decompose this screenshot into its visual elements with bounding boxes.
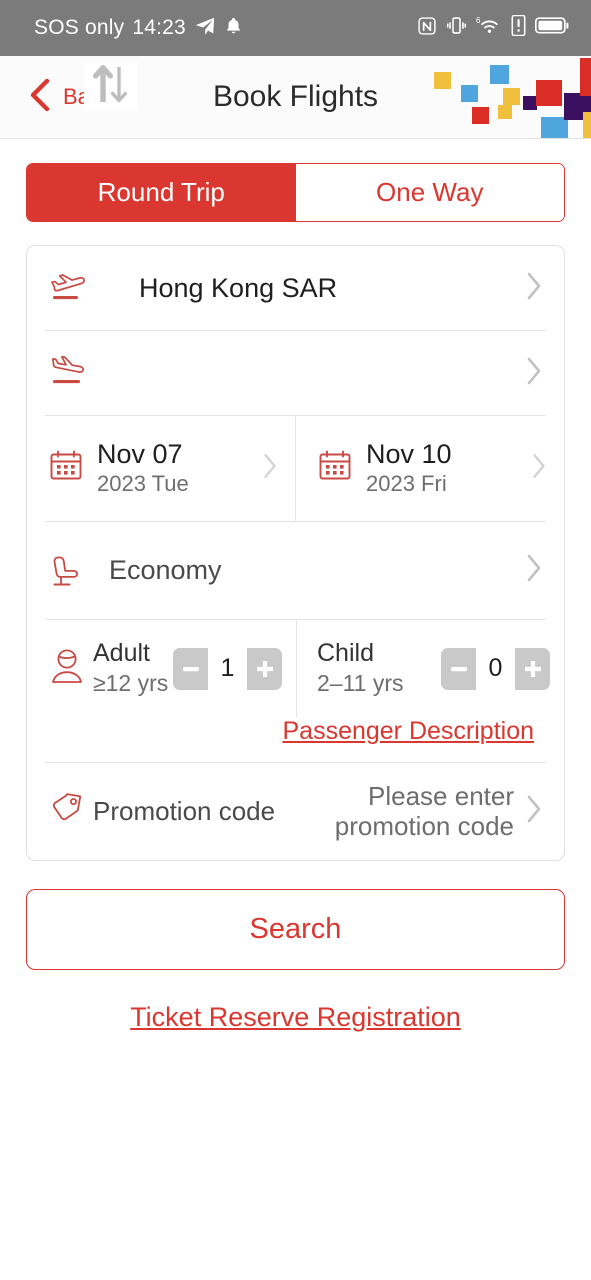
chevron-right-icon (524, 270, 544, 307)
passenger-description-link[interactable]: Passenger Description (282, 717, 534, 746)
child-increment-button[interactable] (515, 648, 550, 690)
search-button[interactable]: Search (26, 889, 565, 970)
swap-vertical-icon (88, 65, 134, 110)
logo-tile-3 (472, 107, 489, 124)
logo-tile-8 (541, 117, 568, 138)
status-bar-right: 6 (417, 14, 569, 41)
adult-quantity-stepper[interactable]: 1 (173, 647, 282, 690)
tab-one-way[interactable]: One Way (295, 164, 564, 221)
logo-tile-7 (536, 80, 562, 106)
seat-icon (49, 552, 101, 590)
swap-airports-button[interactable] (84, 62, 138, 111)
depart-date-year: 2023 Tue (97, 470, 189, 496)
chevron-right-icon (261, 451, 279, 486)
return-date-day: Nov 10 (366, 438, 452, 469)
adult-label-group: Adult ≥12 yrs (85, 639, 168, 698)
calendar-icon (318, 449, 352, 488)
logo-tile-5 (498, 105, 512, 119)
chevron-left-icon (26, 77, 52, 118)
reserve-link-wrap: Ticket Reserve Registration (0, 1002, 591, 1033)
return-date-year: 2023 Fri (366, 470, 447, 496)
adult-decrement-button[interactable] (173, 648, 208, 690)
chevron-right-icon (524, 793, 544, 830)
origin-value: Hong Kong SAR (139, 272, 338, 303)
promotion-code-label: Promotion code (93, 796, 276, 826)
search-form-card: Hong Kong SAR Nov 07 2023 Tue Nov 10 202… (26, 62, 565, 861)
child-passenger-cell: Child 2–11 yrs 0 (296, 620, 564, 717)
passenger-description-wrap: Passenger Description (27, 717, 564, 762)
person-icon (49, 647, 85, 690)
child-age-range: 2–11 yrs (317, 669, 404, 696)
wifi-icon: 6 (476, 15, 502, 41)
logo-tile-10 (580, 58, 591, 96)
cabin-class-field[interactable]: Economy (27, 522, 564, 619)
child-decrement-button[interactable] (441, 648, 476, 690)
destination-field[interactable] (27, 331, 564, 415)
depart-date-day: Nov 07 (97, 438, 183, 469)
promotion-code-field[interactable]: Promotion code Please enter promotion co… (27, 763, 564, 860)
location-arrow-icon (194, 15, 216, 42)
calendar-icon (49, 449, 83, 488)
cathay-mosaic-logo (408, 56, 591, 138)
chevron-right-icon (524, 355, 544, 392)
plane-arrival-icon (49, 356, 101, 390)
return-date-text: Nov 10 2023 Fri (352, 439, 452, 499)
plane-departure-icon (49, 271, 101, 305)
date-row: Nov 07 2023 Tue Nov 10 2023 Fri (27, 416, 564, 521)
adult-passenger-cell: Adult ≥12 yrs 1 (27, 620, 296, 717)
chevron-right-icon (530, 451, 548, 486)
battery-icon (534, 16, 569, 40)
passenger-row: Adult ≥12 yrs 1 Child 2–11 yrs 0 (27, 620, 564, 717)
logo-tile-4 (503, 88, 520, 105)
return-date-field[interactable]: Nov 10 2023 Fri (295, 416, 564, 521)
child-count-value[interactable]: 0 (476, 647, 515, 690)
clock-label: 14:23 (132, 16, 186, 39)
logo-tile-11 (583, 112, 591, 138)
adult-count-value[interactable]: 1 (208, 647, 247, 690)
alert-icon (511, 14, 526, 41)
logo-tile-0 (434, 72, 451, 89)
bell-icon (224, 15, 243, 41)
logo-tile-1 (461, 85, 478, 102)
tab-round-trip[interactable]: Round Trip (27, 164, 296, 221)
logo-tile-2 (490, 65, 509, 84)
depart-date-text: Nov 07 2023 Tue (83, 439, 189, 499)
chevron-right-icon (524, 552, 544, 589)
child-label: Child (317, 639, 374, 668)
promotion-code-input[interactable]: Please enter promotion code (290, 782, 520, 840)
svg-text:6: 6 (476, 16, 480, 25)
status-bar: SOS only 14:23 6 (0, 0, 591, 56)
status-bar-left: SOS only 14:23 (34, 15, 243, 42)
depart-date-field[interactable]: Nov 07 2023 Tue (27, 416, 295, 521)
child-quantity-stepper[interactable]: 0 (441, 647, 550, 690)
tag-icon (49, 790, 87, 833)
carrier-label: SOS only (34, 16, 125, 39)
adult-label: Adult (93, 639, 150, 668)
logo-tile-6 (523, 96, 537, 110)
trip-type-toggle[interactable]: Round Trip One Way (26, 163, 565, 222)
adult-increment-button[interactable] (247, 648, 282, 690)
origin-field[interactable]: Hong Kong SAR (27, 246, 564, 330)
nfc-icon (417, 16, 437, 41)
child-label-group: Child 2–11 yrs (317, 639, 404, 698)
adult-age-range: ≥12 yrs (93, 669, 169, 696)
ticket-reserve-registration-link[interactable]: Ticket Reserve Registration (130, 1002, 461, 1033)
cabin-class-value: Economy (109, 555, 222, 585)
vibrate-icon (446, 15, 467, 41)
